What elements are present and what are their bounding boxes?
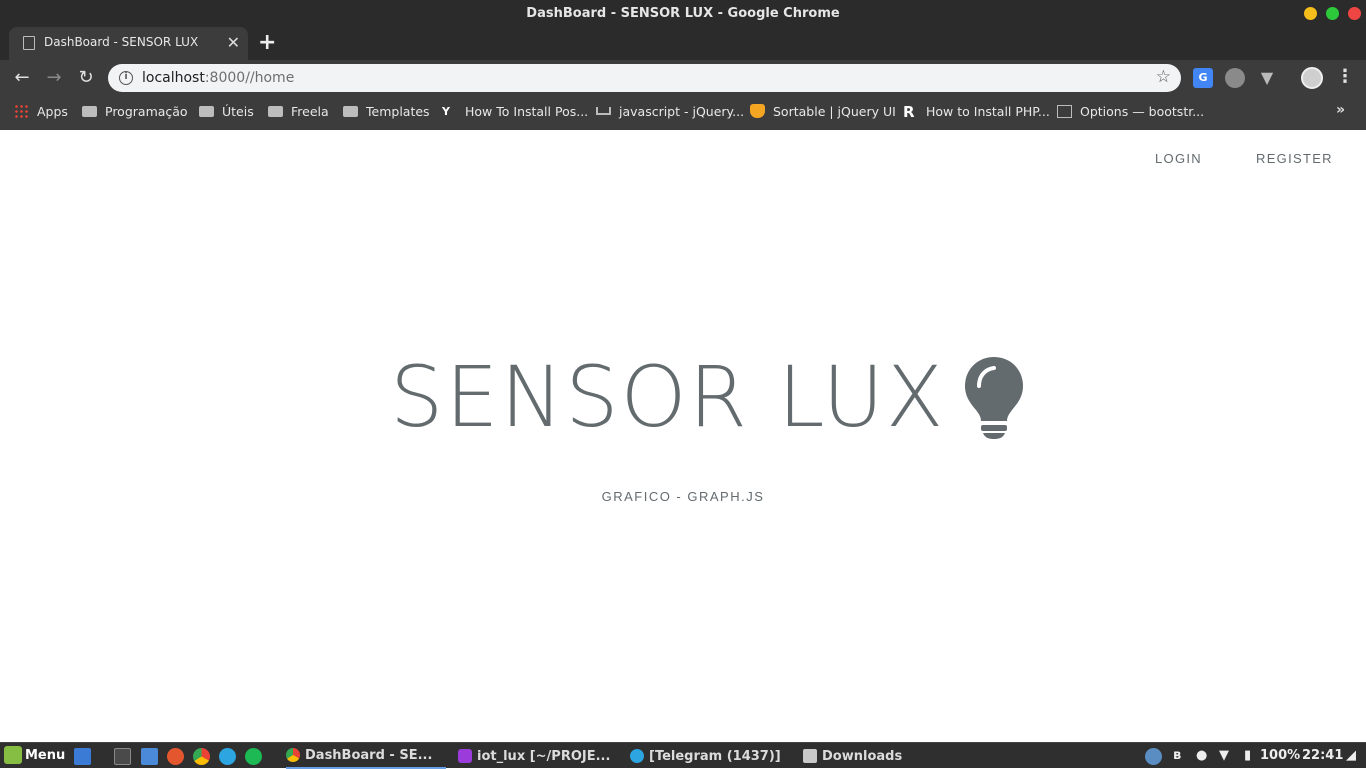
minimize-window-button[interactable] (1304, 7, 1317, 20)
stackoverflow-icon (596, 107, 611, 115)
google-translate-extension-icon[interactable]: G (1193, 68, 1213, 88)
folder-icon (82, 105, 97, 117)
bookmark-sortable-jquery-ui[interactable]: Sortable | jQuery UI (750, 96, 896, 126)
r-logo-icon: R (903, 103, 915, 121)
jquery-ui-icon (750, 104, 765, 118)
clock[interactable]: 22:41 (1302, 748, 1343, 763)
new-tab-button[interactable]: + (258, 30, 276, 55)
profile-avatar[interactable] (1301, 67, 1323, 89)
taskbar-task-downloads[interactable]: Downloads (803, 743, 902, 769)
page-favicon-icon (23, 36, 35, 50)
taskbar-task-phpstorm[interactable]: iot_lux [~/PROJE... (458, 743, 610, 769)
login-link[interactable]: LOGIN (1155, 151, 1202, 166)
bookmark-folder-uteis[interactable]: Úteis (199, 96, 254, 126)
taskbar-task-telegram[interactable]: [Telegram (1437)] (630, 743, 781, 769)
extension-icon[interactable] (1225, 68, 1245, 88)
show-desktop-icon[interactable] (74, 748, 91, 765)
page-subtitle: GRAFICO - GRAPH.JS (601, 489, 765, 504)
telegram-icon[interactable] (219, 748, 236, 765)
address-bar[interactable]: i localhost:8000//home ☆ (108, 64, 1181, 92)
apps-grid-icon (14, 103, 29, 119)
folder-icon (268, 105, 283, 117)
tab-strip: DashBoard - SENSOR LUX ✕ + (0, 27, 1366, 60)
bookmark-jquery-question[interactable]: javascript - jQuery... (596, 96, 744, 126)
chrome-icon (286, 748, 300, 762)
hero-heading: SENSOR LUX (390, 352, 1025, 442)
bookmark-apps[interactable]: Apps (14, 96, 68, 126)
bookmarks-bar: Apps Programação Úteis Freela Templates … (0, 96, 1366, 130)
spotify-icon[interactable] (245, 748, 262, 765)
page-content: LOGIN REGISTER SENSOR LUX GRAFICO - GRAP… (0, 130, 1366, 742)
bookmark-install-postgres[interactable]: Y How To Install Pos... (442, 96, 588, 126)
bookmark-bootstrap-options[interactable]: Options — bootstr... (1057, 96, 1204, 126)
reload-icon[interactable]: ↻ (74, 66, 98, 90)
document-icon (1057, 104, 1072, 118)
tab-close-icon[interactable]: ✕ (227, 33, 240, 52)
yoast-icon: Y (442, 105, 450, 118)
user-icon[interactable]: ● (1196, 748, 1207, 763)
browser-toolbar: ← → ↻ i localhost:8000//home ☆ G ▼ ⋮ (0, 60, 1366, 96)
update-manager-icon[interactable] (1145, 748, 1162, 765)
bookmark-star-icon[interactable]: ☆ (1156, 67, 1171, 87)
page-title: SENSOR LUX (390, 348, 946, 446)
chrome-menu-icon[interactable]: ⋮ (1336, 66, 1354, 87)
bookmark-install-php[interactable]: R How to Install PHP... (903, 96, 1050, 126)
folder-icon (343, 105, 358, 117)
linux-mint-icon (4, 746, 22, 764)
terminal-icon[interactable] (114, 748, 131, 765)
back-arrow-icon[interactable]: ← (10, 66, 34, 90)
phpstorm-icon (458, 749, 472, 763)
site-info-icon[interactable]: i (119, 71, 133, 85)
bookmark-folder-freela[interactable]: Freela (268, 96, 329, 126)
wifi-icon[interactable]: ▼ (1219, 748, 1229, 763)
vue-devtools-extension-icon[interactable]: ▼ (1257, 68, 1277, 88)
taskbar-task-chrome[interactable]: DashBoard - SE... (286, 743, 446, 769)
firefox-icon[interactable] (167, 748, 184, 765)
register-link[interactable]: REGISTER (1256, 151, 1333, 166)
start-menu-button[interactable]: Menu (4, 746, 65, 764)
close-window-button[interactable] (1348, 7, 1361, 20)
window-titlebar: DashBoard - SENSOR LUX - Google Chrome (0, 0, 1366, 27)
tab-title: DashBoard - SENSOR LUX (44, 35, 199, 49)
maximize-window-button[interactable] (1326, 7, 1339, 20)
bluetooth-icon[interactable]: ʙ (1173, 748, 1181, 763)
address-url[interactable]: localhost:8000//home (142, 70, 294, 86)
file-manager-icon[interactable] (141, 748, 158, 765)
bookmark-folder-templates[interactable]: Templates (343, 96, 430, 126)
url-host: localhost (142, 70, 205, 86)
url-path: :8000//home (204, 70, 295, 86)
folder-icon (199, 105, 214, 117)
bookmark-folder-programacao[interactable]: Programação (82, 96, 188, 126)
battery-percentage: 100% (1260, 748, 1301, 763)
desktop-taskbar: Menu DashBoard - SE... iot_lux [~/PROJE.… (0, 742, 1366, 769)
more-bookmarks-chevron-icon[interactable]: » (1336, 102, 1345, 118)
forward-arrow-icon[interactable]: → (42, 66, 66, 90)
folder-icon (803, 749, 817, 763)
window-title: DashBoard - SENSOR LUX - Google Chrome (526, 6, 840, 21)
telegram-icon (630, 749, 644, 763)
browser-tab-active[interactable]: DashBoard - SENSOR LUX ✕ (9, 27, 248, 60)
chrome-icon[interactable] (193, 748, 210, 765)
battery-icon[interactable]: ▮ (1244, 748, 1251, 763)
notifications-icon[interactable]: ◢ (1346, 748, 1356, 763)
lightbulb-icon (965, 357, 1024, 439)
